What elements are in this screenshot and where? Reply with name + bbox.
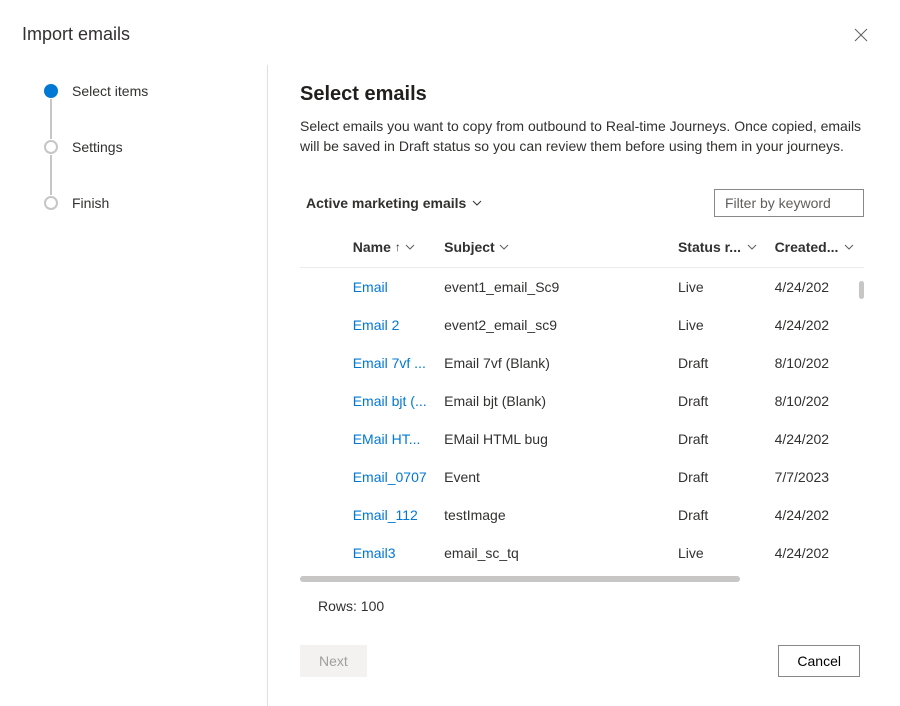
step-indicator-icon xyxy=(44,196,58,210)
chevron-down-icon xyxy=(499,242,509,252)
column-header-subject[interactable]: Subject xyxy=(436,229,670,268)
column-header-name[interactable]: Name ↑ xyxy=(345,229,436,268)
step-connector xyxy=(50,155,52,195)
table-row[interactable]: Email 7vf ... Email 7vf (Blank)Draft8/10/… xyxy=(300,344,864,382)
vertical-scrollbar[interactable] xyxy=(859,281,864,299)
row-checkbox-cell[interactable] xyxy=(300,344,345,382)
wizard-stepper: Select items Settings Finish xyxy=(0,65,268,706)
email-name-link[interactable]: EMail HT... xyxy=(353,431,421,447)
horizontal-scrollbar-thumb[interactable] xyxy=(300,576,740,582)
step-connector xyxy=(50,99,52,139)
row-checkbox-cell[interactable] xyxy=(300,267,345,306)
dialog-footer: Next Cancel xyxy=(300,645,860,677)
table-row[interactable]: EMail HT... EMail HTML bugDraft4/24/202 xyxy=(300,420,864,458)
step-finish[interactable]: Finish xyxy=(44,195,247,211)
row-checkbox-cell[interactable] xyxy=(300,534,345,572)
email-name-link[interactable]: Email3 xyxy=(353,545,396,561)
row-checkbox-cell[interactable] xyxy=(300,382,345,420)
table-row[interactable]: Email_112 testImageDraft4/24/202 xyxy=(300,496,864,534)
row-checkbox-cell[interactable] xyxy=(300,306,345,344)
table-row[interactable]: Email event1_email_Sc9Live4/24/202 xyxy=(300,267,864,306)
chevron-down-icon xyxy=(844,242,854,252)
email-name-link[interactable]: Email_0707 xyxy=(353,469,427,485)
cancel-button[interactable]: Cancel xyxy=(778,645,860,677)
email-status-cell: Live xyxy=(670,267,767,306)
step-label: Finish xyxy=(72,195,109,211)
email-name-link[interactable]: Email 7vf ... xyxy=(353,355,426,371)
column-select-all[interactable] xyxy=(300,229,345,268)
step-select-items[interactable]: Select items xyxy=(44,83,247,99)
email-created-cell: 8/10/202 xyxy=(767,382,864,420)
page-title: Select emails xyxy=(300,83,864,106)
horizontal-scrollbar-track xyxy=(300,576,864,582)
email-created-cell: 7/7/2023 xyxy=(767,458,864,496)
rows-count: Rows: 100 xyxy=(318,598,864,614)
table-toolbar: Active marketing emails xyxy=(300,189,864,217)
view-selector[interactable]: Active marketing emails xyxy=(306,195,482,211)
column-header-created[interactable]: Created... xyxy=(767,229,864,268)
dialog-title: Import emails xyxy=(22,24,130,45)
chevron-down-icon xyxy=(472,198,482,208)
sort-ascending-icon: ↑ xyxy=(395,240,401,254)
chevron-down-icon xyxy=(405,242,415,252)
email-status-cell: Draft xyxy=(670,344,767,382)
close-icon xyxy=(854,28,868,42)
step-indicator-icon xyxy=(44,84,58,98)
step-settings[interactable]: Settings xyxy=(44,139,247,155)
page-description: Select emails you want to copy from outb… xyxy=(300,116,864,157)
row-checkbox-cell[interactable] xyxy=(300,420,345,458)
email-subject-cell: Email bjt (Blank) xyxy=(436,382,670,420)
email-subject-cell: event2_email_sc9 xyxy=(436,306,670,344)
email-created-cell: 4/24/202 xyxy=(767,534,864,572)
email-status-cell: Draft xyxy=(670,420,767,458)
email-status-cell: Live xyxy=(670,306,767,344)
email-created-cell: 4/24/202 xyxy=(767,306,864,344)
column-header-status[interactable]: Status r... xyxy=(670,229,767,268)
table-wrapper: Name ↑ Subject xyxy=(300,229,864,614)
emails-table: Name ↑ Subject xyxy=(300,229,864,572)
row-checkbox-cell[interactable] xyxy=(300,496,345,534)
email-status-cell: Draft xyxy=(670,382,767,420)
email-subject-cell: Email 7vf (Blank) xyxy=(436,344,670,382)
step-label: Select items xyxy=(72,83,148,99)
close-button[interactable] xyxy=(850,24,872,49)
step-label: Settings xyxy=(72,139,123,155)
chevron-down-icon xyxy=(747,242,757,252)
dialog-header: Import emails xyxy=(0,0,900,65)
email-created-cell: 8/10/202 xyxy=(767,344,864,382)
email-subject-cell: testImage xyxy=(436,496,670,534)
filter-input[interactable] xyxy=(714,189,864,217)
email-name-link[interactable]: Email 2 xyxy=(353,317,400,333)
main-panel: Select emails Select emails you want to … xyxy=(268,65,900,706)
view-selector-label: Active marketing emails xyxy=(306,195,466,211)
email-status-cell: Draft xyxy=(670,458,767,496)
email-status-cell: Draft xyxy=(670,496,767,534)
table-row[interactable]: Email bjt (... Email bjt (Blank)Draft8/10… xyxy=(300,382,864,420)
table-row[interactable]: Email3 email_sc_tqLive4/24/202 xyxy=(300,534,864,572)
email-subject-cell: event1_email_Sc9 xyxy=(436,267,670,306)
table-row[interactable]: Email 2 event2_email_sc9Live4/24/202 xyxy=(300,306,864,344)
email-created-cell: 4/24/202 xyxy=(767,496,864,534)
email-name-link[interactable]: Email xyxy=(353,279,388,295)
email-subject-cell: email_sc_tq xyxy=(436,534,670,572)
step-indicator-icon xyxy=(44,140,58,154)
email-subject-cell: Event xyxy=(436,458,670,496)
email-subject-cell: EMail HTML bug xyxy=(436,420,670,458)
email-name-link[interactable]: Email_112 xyxy=(353,507,418,523)
email-name-link[interactable]: Email bjt (... xyxy=(353,393,427,409)
row-checkbox-cell[interactable] xyxy=(300,458,345,496)
email-created-cell: 4/24/202 xyxy=(767,420,864,458)
table-row[interactable]: Email_0707 EventDraft7/7/2023 xyxy=(300,458,864,496)
email-created-cell: 4/24/202 xyxy=(767,267,864,306)
email-status-cell: Live xyxy=(670,534,767,572)
next-button[interactable]: Next xyxy=(300,645,367,677)
